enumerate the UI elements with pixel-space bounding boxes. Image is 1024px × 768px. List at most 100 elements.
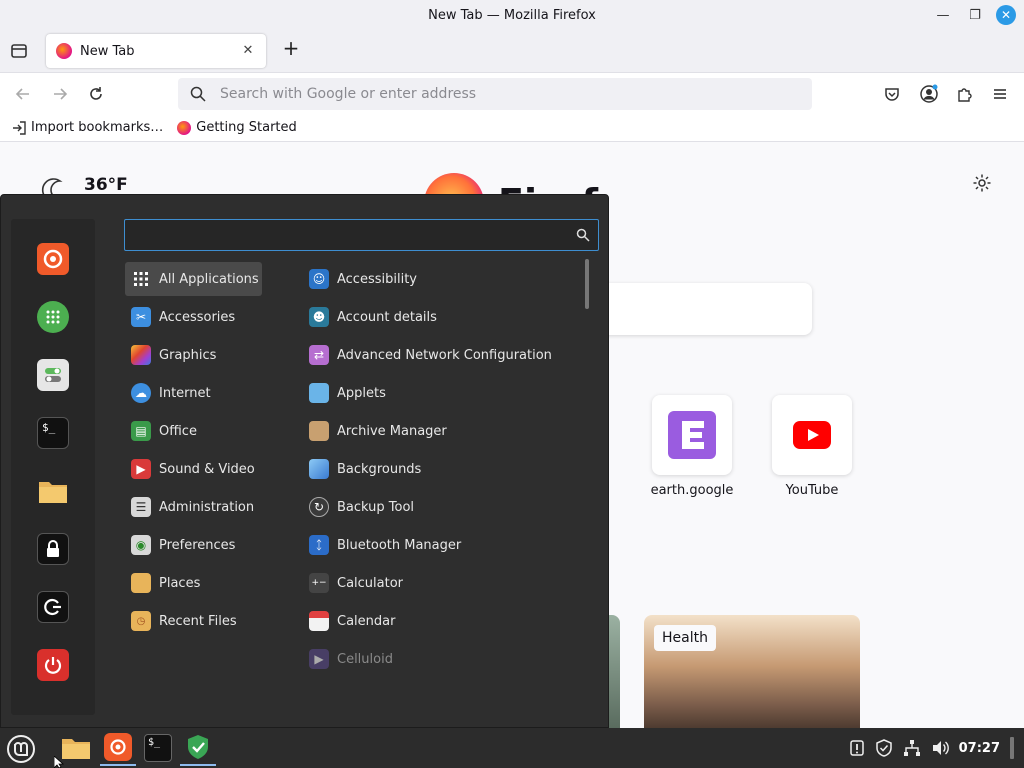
admin-icon: ☰	[131, 497, 151, 517]
bookmark-import[interactable]: Import bookmarks…	[12, 120, 163, 135]
category-places[interactable]: Places	[125, 566, 200, 600]
url-input[interactable]	[220, 86, 780, 102]
new-tab-plus-icon[interactable]: +	[280, 38, 302, 60]
volume-icon[interactable]	[931, 739, 949, 757]
app-label: Backgrounds	[337, 461, 422, 477]
import-icon	[13, 120, 26, 135]
app-celluloid[interactable]: ▶ Celluloid	[303, 642, 393, 676]
archive-icon	[309, 421, 329, 441]
category-administration[interactable]: ☰ Administration	[125, 490, 254, 524]
folder-icon[interactable]	[37, 475, 69, 507]
app-label: Bluetooth Manager	[337, 537, 462, 553]
category-accessories[interactable]: ✂ Accessories	[125, 300, 235, 334]
calendar-icon	[309, 611, 329, 631]
bookmark-import-label: Import bookmarks…	[31, 120, 164, 135]
category-label: Places	[159, 575, 201, 591]
account-avatar-icon[interactable]	[918, 83, 940, 105]
shield-check-icon	[188, 735, 208, 759]
app-list-scrollbar[interactable]	[585, 259, 589, 309]
category-label: Office	[159, 423, 197, 439]
network-wired-icon[interactable]	[903, 739, 921, 757]
category-recent-files[interactable]: ◷ Recent Files	[125, 604, 237, 638]
clock[interactable]: 07:27	[959, 741, 1000, 756]
minimize-icon[interactable]: —	[932, 4, 954, 26]
forward-arrow-icon[interactable]	[49, 83, 71, 105]
close-tab-icon[interactable]: ✕	[240, 43, 256, 59]
app-accessibility[interactable]: ☺ Accessibility	[303, 262, 417, 296]
app-calculator[interactable]: +− Calculator	[303, 566, 403, 600]
gear-icon[interactable]	[972, 173, 992, 193]
category-office[interactable]: ▤ Office	[125, 414, 197, 448]
graphics-icon	[131, 345, 151, 365]
app-backgrounds[interactable]: Backgrounds	[303, 452, 421, 486]
app-archive-manager[interactable]: Archive Manager	[303, 414, 447, 448]
power-icon[interactable]	[37, 649, 69, 681]
firefox-favicon-icon	[177, 120, 192, 135]
play-icon: ▶	[131, 459, 151, 479]
close-window-icon[interactable]: ✕	[996, 5, 1016, 25]
pocket-icon[interactable]	[881, 83, 903, 105]
settings-toggle-icon[interactable]	[37, 359, 69, 391]
scissors-icon: ✂	[131, 307, 151, 327]
terminal-icon: $_	[144, 734, 172, 762]
youtube-logo-icon	[793, 421, 831, 449]
app-label: Calendar	[337, 613, 396, 629]
firefox-view-icon[interactable]	[8, 40, 30, 62]
earth-google-logo-icon	[668, 411, 716, 459]
office-icon: ▤	[131, 421, 151, 441]
maximize-icon[interactable]: ❐	[964, 4, 986, 26]
category-sound-video[interactable]: ▶ Sound & Video	[125, 452, 255, 486]
firefox-icon[interactable]	[37, 243, 69, 275]
back-arrow-icon[interactable]	[12, 83, 34, 105]
extensions-puzzle-icon[interactable]	[953, 83, 975, 105]
software-manager-icon[interactable]	[37, 301, 69, 333]
logout-icon[interactable]	[37, 591, 69, 623]
category-label: Accessories	[159, 309, 236, 325]
tab-new-tab[interactable]: New Tab ✕	[46, 34, 266, 68]
menu-search-field[interactable]	[124, 219, 599, 251]
navigation-toolbar	[0, 72, 1024, 114]
reload-icon[interactable]	[85, 83, 107, 105]
terminal-icon[interactable]: $_	[37, 417, 69, 449]
app-backup-tool[interactable]: ↻ Backup Tool	[303, 490, 414, 524]
shortcut-youtube[interactable]: YouTube	[762, 395, 862, 498]
show-desktop-button[interactable]	[1010, 737, 1014, 759]
weather-temperature: 36°F	[84, 175, 128, 195]
notification-alert-icon[interactable]	[849, 740, 865, 756]
app-bluetooth-manager[interactable]: ᛨ Bluetooth Manager	[303, 528, 461, 562]
search-icon	[576, 228, 590, 242]
category-label: All Applications	[159, 271, 259, 287]
shield-icon[interactable]	[875, 739, 893, 757]
app-label: Backup Tool	[337, 499, 415, 515]
url-bar[interactable]	[178, 78, 812, 110]
story-card-health[interactable]: Health	[644, 615, 860, 728]
category-graphics[interactable]: Graphics	[125, 338, 216, 372]
tab-strip: New Tab ✕	[0, 30, 1024, 85]
taskbar-panel: $_ 07:27	[0, 728, 1024, 768]
taskbar-firefox[interactable]	[100, 730, 136, 766]
taskbar-update-manager[interactable]	[180, 730, 216, 766]
shortcut-earth-google[interactable]: earth.google	[642, 395, 742, 498]
app-advanced-network-configuration[interactable]: ⇄ Advanced Network Configuration	[303, 338, 552, 372]
system-tray: 07:27	[849, 728, 1014, 768]
category-label: Sound & Video	[159, 461, 255, 477]
lock-icon[interactable]	[37, 533, 69, 565]
mint-menu-button[interactable]	[4, 732, 38, 766]
grid-icon	[131, 269, 151, 289]
hamburger-menu-icon[interactable]	[989, 83, 1011, 105]
bookmark-getting-started[interactable]: Getting Started	[177, 120, 297, 135]
category-internet[interactable]: ☁ Internet	[125, 376, 211, 410]
backgrounds-icon	[309, 459, 329, 479]
applets-icon	[309, 383, 329, 403]
app-label: Celluloid	[337, 651, 393, 667]
calculator-icon: +−	[309, 573, 329, 593]
category-preferences[interactable]: ◉ Preferences	[125, 528, 235, 562]
taskbar-terminal[interactable]: $_	[140, 730, 176, 766]
app-applets[interactable]: Applets	[303, 376, 386, 410]
app-calendar[interactable]: Calendar	[303, 604, 395, 638]
category-all-applications[interactable]: All Applications	[125, 262, 262, 296]
mint-logo-icon	[7, 735, 35, 763]
menu-search-input[interactable]	[133, 226, 573, 241]
app-account-details[interactable]: ☻ Account details	[303, 300, 437, 334]
bookmark-getting-started-label: Getting Started	[196, 120, 297, 135]
